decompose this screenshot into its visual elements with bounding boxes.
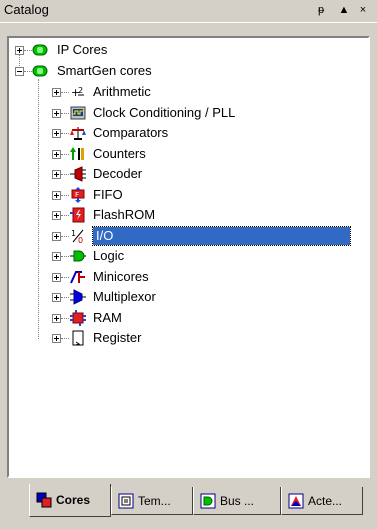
catalog-titlebar: Catalog ᵽ ▲ × [0,0,377,23]
expand-toggle-multiplexor[interactable] [52,293,61,302]
actel-tab-icon [288,493,304,509]
tree-line [61,92,69,93]
window-title: Catalog [4,2,49,17]
expand-toggle-register[interactable] [52,334,61,343]
tree-line [61,195,69,196]
close-icon[interactable]: × [356,2,370,18]
expand-toggle-flashrom[interactable] [52,211,61,220]
tree-line [61,113,69,114]
expand-toggle-counters[interactable] [52,150,61,159]
arithmetic-icon: +2 [69,83,87,101]
svg-text:0: 0 [78,236,83,244]
expand-toggle-io[interactable] [52,232,61,241]
tree-line [61,338,69,339]
tree-item-ram[interactable]: RAM [90,309,125,327]
tree-item-flashrom[interactable]: FlashROM [90,206,158,224]
clock-pll-icon [69,104,87,122]
logic-icon [69,247,87,265]
tab-label: Bus ... [220,493,255,508]
tab-bus[interactable]: Bus ... [193,487,281,515]
expand-toggle-fifo[interactable] [52,191,61,200]
tab-label: Cores [56,493,91,507]
collapse-icon[interactable]: ▲ [337,2,351,18]
tree-item-multiplexor[interactable]: Multiplexor [90,288,159,306]
tree-item-arithmetic[interactable]: Arithmetic [90,83,154,101]
tree-item-minicores[interactable]: Minicores [90,268,152,286]
ram-icon [69,309,87,327]
tab-templates[interactable]: Tem... [111,487,193,515]
svg-text:2: 2 [78,86,83,95]
collapse-toggle-smartgen[interactable] [15,67,24,76]
expand-toggle-ram[interactable] [52,314,61,323]
comparator-icon [69,124,87,142]
tab-label: Acte... [308,493,343,508]
tree-line [61,236,69,237]
tree-line [61,133,69,134]
tree-item-logic[interactable]: Logic [90,247,127,265]
cores-tab-icon [36,492,52,508]
svg-text:F: F [75,191,79,199]
tab-cores[interactable]: Cores [29,484,111,517]
expand-toggle-decoder[interactable] [52,170,61,179]
decoder-icon [69,165,87,183]
tree-line [38,79,39,339]
tree-item-smartgen-cores[interactable]: SmartGen cores [54,62,155,80]
tree-item-io[interactable]: I/O [92,226,351,246]
tree-item-clock-conditioning[interactable]: Clock Conditioning / PLL [90,104,238,122]
register-icon [69,329,87,347]
tab-label: Tem... [138,493,171,508]
tree-item-counters[interactable]: Counters [90,145,149,163]
tree-line [61,215,69,216]
bus-tab-icon [200,493,216,509]
io-icon: 10 [69,227,87,245]
tree-item-comparators[interactable]: Comparators [90,124,171,142]
catalog-tree-panel[interactable]: IP Cores SmartGen cores +2 Arithmetic Cl… [7,36,370,478]
tree-item-decoder[interactable]: Decoder [90,165,145,183]
template-tab-icon [118,493,134,509]
expand-toggle-minicores[interactable] [52,273,61,282]
tree-line [61,256,69,257]
mux-icon [69,288,87,306]
tree-line [61,318,69,319]
green-core-icon [31,62,49,80]
catalog-tab-strip: Cores Tem... Bus ... Acte... [12,484,372,519]
expand-toggle-logic[interactable] [52,252,61,261]
pin-icon[interactable]: ᵽ [314,2,328,18]
minicore-icon [69,268,87,286]
svg-text:1: 1 [71,229,76,238]
tree-item-fifo[interactable]: FIFO [90,186,126,204]
tree-item-register[interactable]: Register [90,329,144,347]
expand-toggle-arithmetic[interactable] [52,88,61,97]
tree-line [61,277,69,278]
tree-line [61,174,69,175]
tree-item-ip-cores[interactable]: IP Cores [54,41,110,59]
counter-icon [69,145,87,163]
tree-line [61,154,69,155]
fifo-icon: F [69,186,87,204]
tree-line [61,297,69,298]
expand-toggle-comparators[interactable] [52,129,61,138]
green-core-icon [31,41,49,59]
flashrom-icon [69,206,87,224]
expand-toggle-clock[interactable] [52,109,61,118]
expand-toggle-ip-cores[interactable] [15,46,24,55]
tab-actel[interactable]: Acte... [281,487,363,515]
